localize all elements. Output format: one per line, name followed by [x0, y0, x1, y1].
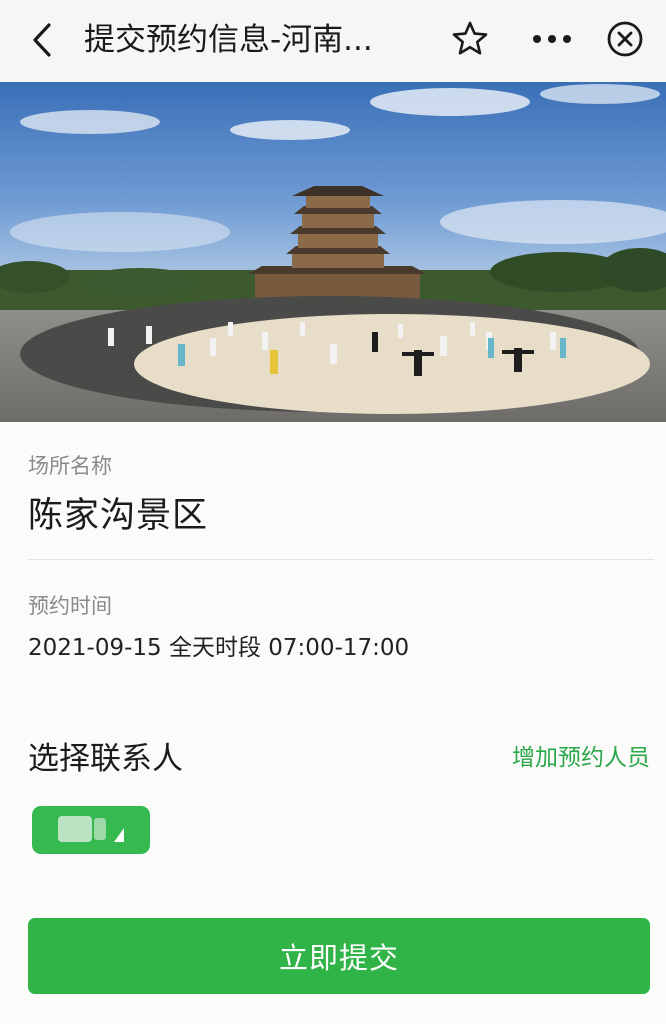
- star-outline-icon: [452, 21, 488, 55]
- contact-name-blurred-part: [94, 818, 106, 840]
- venue-name: 陈家沟景区: [28, 496, 209, 536]
- venue-label: 场所名称: [28, 454, 112, 478]
- selected-corner-icon: [114, 828, 124, 842]
- favorite-button[interactable]: [449, 18, 491, 60]
- top-navigation-bar: 提交预约信息-河南...: [0, 0, 666, 82]
- divider: [28, 559, 654, 560]
- contact-name-blurred: [58, 816, 92, 842]
- select-contact-title: 选择联系人: [28, 741, 183, 777]
- close-circle-icon: [607, 21, 643, 57]
- venue-hero-image: [0, 82, 666, 422]
- contact-chip-selected[interactable]: [32, 806, 150, 854]
- reservation-time-label: 预约时间: [28, 594, 112, 618]
- page-title: 提交预约信息-河南...: [84, 22, 373, 58]
- chevron-left-icon: [33, 23, 51, 57]
- submit-button[interactable]: 立即提交: [28, 918, 650, 994]
- more-options-button[interactable]: [528, 18, 576, 60]
- add-person-link[interactable]: 增加预约人员: [512, 738, 650, 772]
- back-button[interactable]: [22, 18, 62, 62]
- more-dots-icon: [533, 35, 571, 43]
- reservation-time-value: 2021-09-15 全天时段 07:00-17:00: [28, 635, 410, 661]
- close-button[interactable]: [604, 18, 646, 60]
